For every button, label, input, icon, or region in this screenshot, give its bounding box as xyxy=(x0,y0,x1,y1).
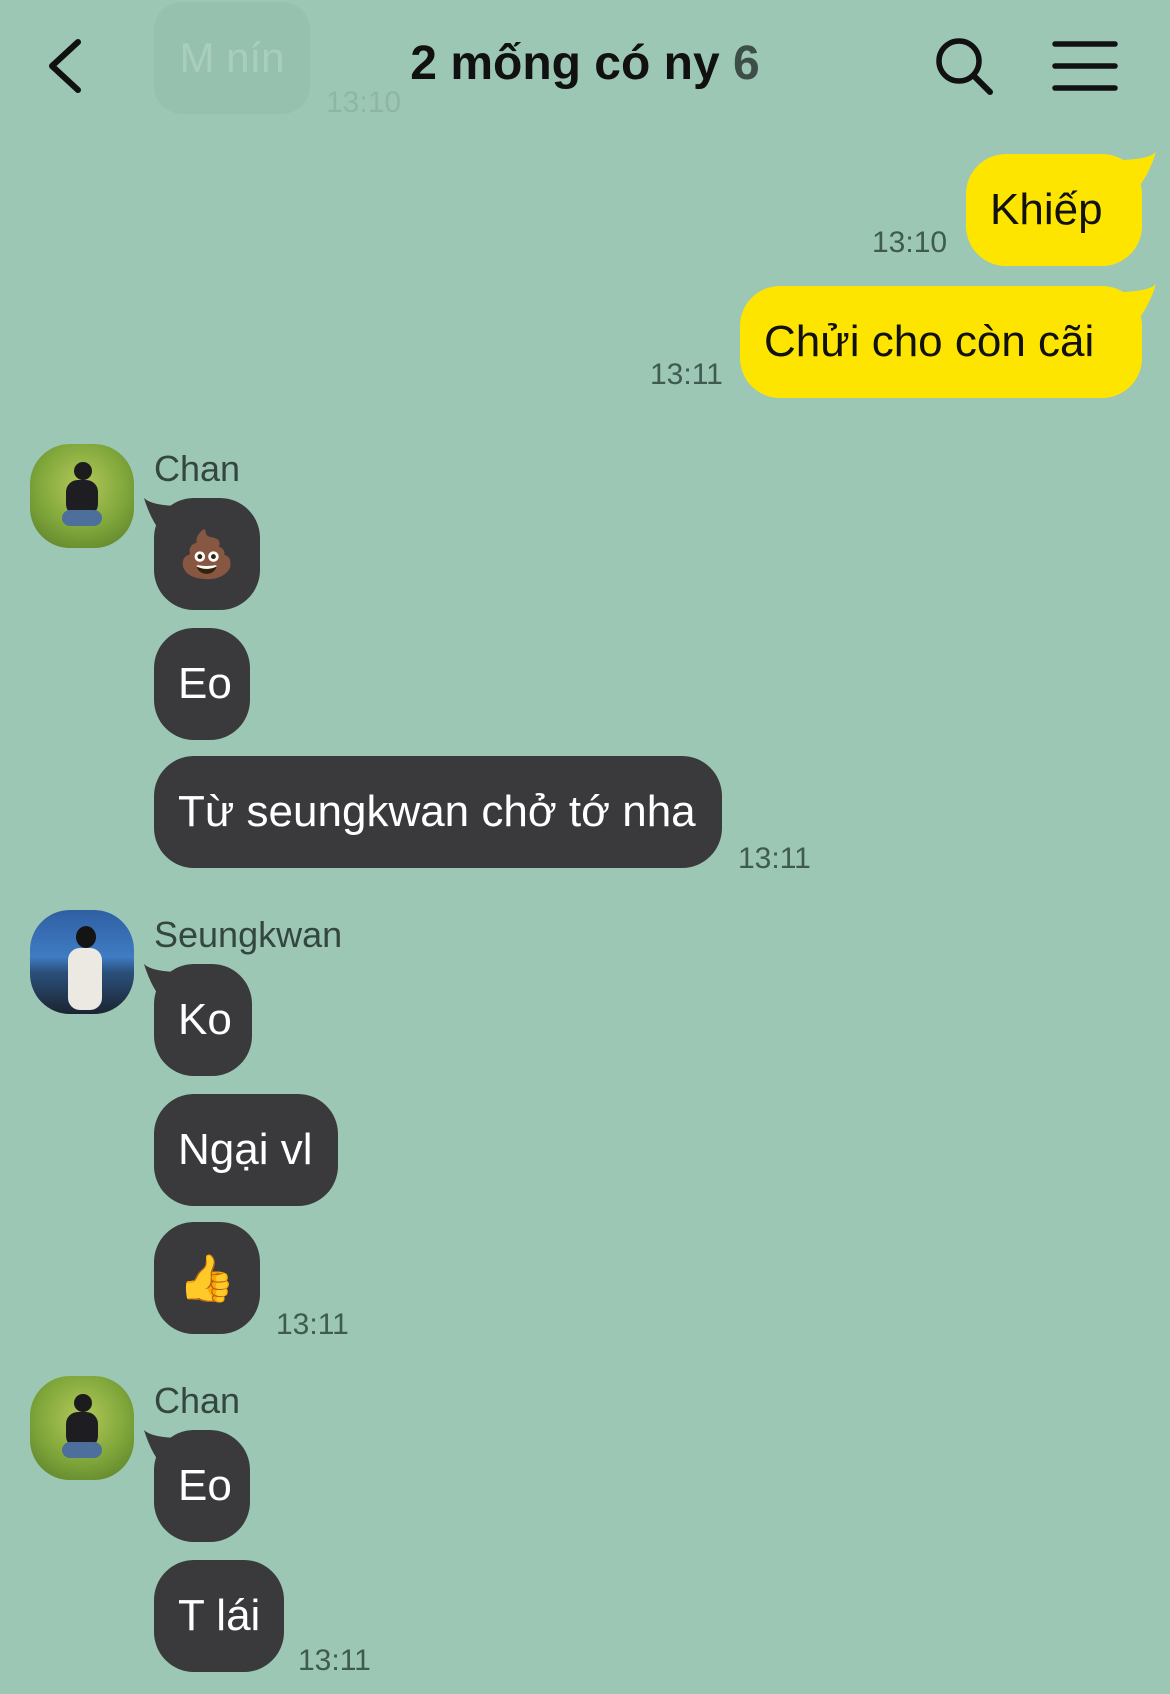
menu-button[interactable] xyxy=(1052,38,1118,94)
message-time: 13:11 xyxy=(650,358,723,391)
message-bubble-incoming[interactable]: T lái xyxy=(154,1560,284,1672)
sender-name: Chan xyxy=(154,448,241,489)
sender-name: Seungkwan xyxy=(154,914,343,955)
avatar-figure-head xyxy=(76,926,96,948)
hamburger-menu-icon xyxy=(1052,41,1118,91)
member-count: 6 xyxy=(733,37,760,90)
avatar[interactable] xyxy=(30,910,134,1014)
message-bubble-incoming[interactable]: Ngại vl xyxy=(154,1094,338,1206)
avatar-figure-body xyxy=(68,948,102,1010)
message-bubble-incoming[interactable]: 💩 xyxy=(154,498,260,610)
avatar-figure-head xyxy=(74,1394,92,1412)
message-bubble-incoming[interactable]: 👍 xyxy=(154,1222,260,1334)
sender-name: Chan xyxy=(154,1380,241,1421)
group-name: 2 mống có ny xyxy=(410,37,720,90)
chat-screen: M nín 13:10 2 mống có ny 6 13:10 Khiếp 1… xyxy=(0,0,1170,1694)
avatar-figure-legs xyxy=(62,510,102,526)
message-bubble-outgoing[interactable]: Chửi cho còn cãi xyxy=(740,286,1142,398)
message-time: 13:11 xyxy=(298,1644,371,1677)
avatar[interactable] xyxy=(30,1376,134,1480)
message-bubble-incoming[interactable]: Eo xyxy=(154,1430,250,1542)
avatar-figure-head xyxy=(74,462,92,480)
message-time: 13:10 xyxy=(872,226,948,259)
message-bubble-incoming[interactable]: Ko xyxy=(154,964,252,1076)
message-bubble-incoming[interactable]: Từ seungkwan chở tớ nha xyxy=(154,756,722,868)
avatar[interactable] xyxy=(30,444,134,548)
message-time: 13:11 xyxy=(276,1308,349,1341)
search-button[interactable] xyxy=(932,34,996,98)
faded-message-time: 13:10 xyxy=(326,86,402,119)
search-icon xyxy=(936,38,993,95)
avatar-figure-legs xyxy=(62,1442,102,1458)
message-time: 13:11 xyxy=(738,842,811,875)
message-bubble-outgoing[interactable]: Khiếp xyxy=(966,154,1142,266)
message-bubble-incoming[interactable]: Eo xyxy=(154,628,250,740)
